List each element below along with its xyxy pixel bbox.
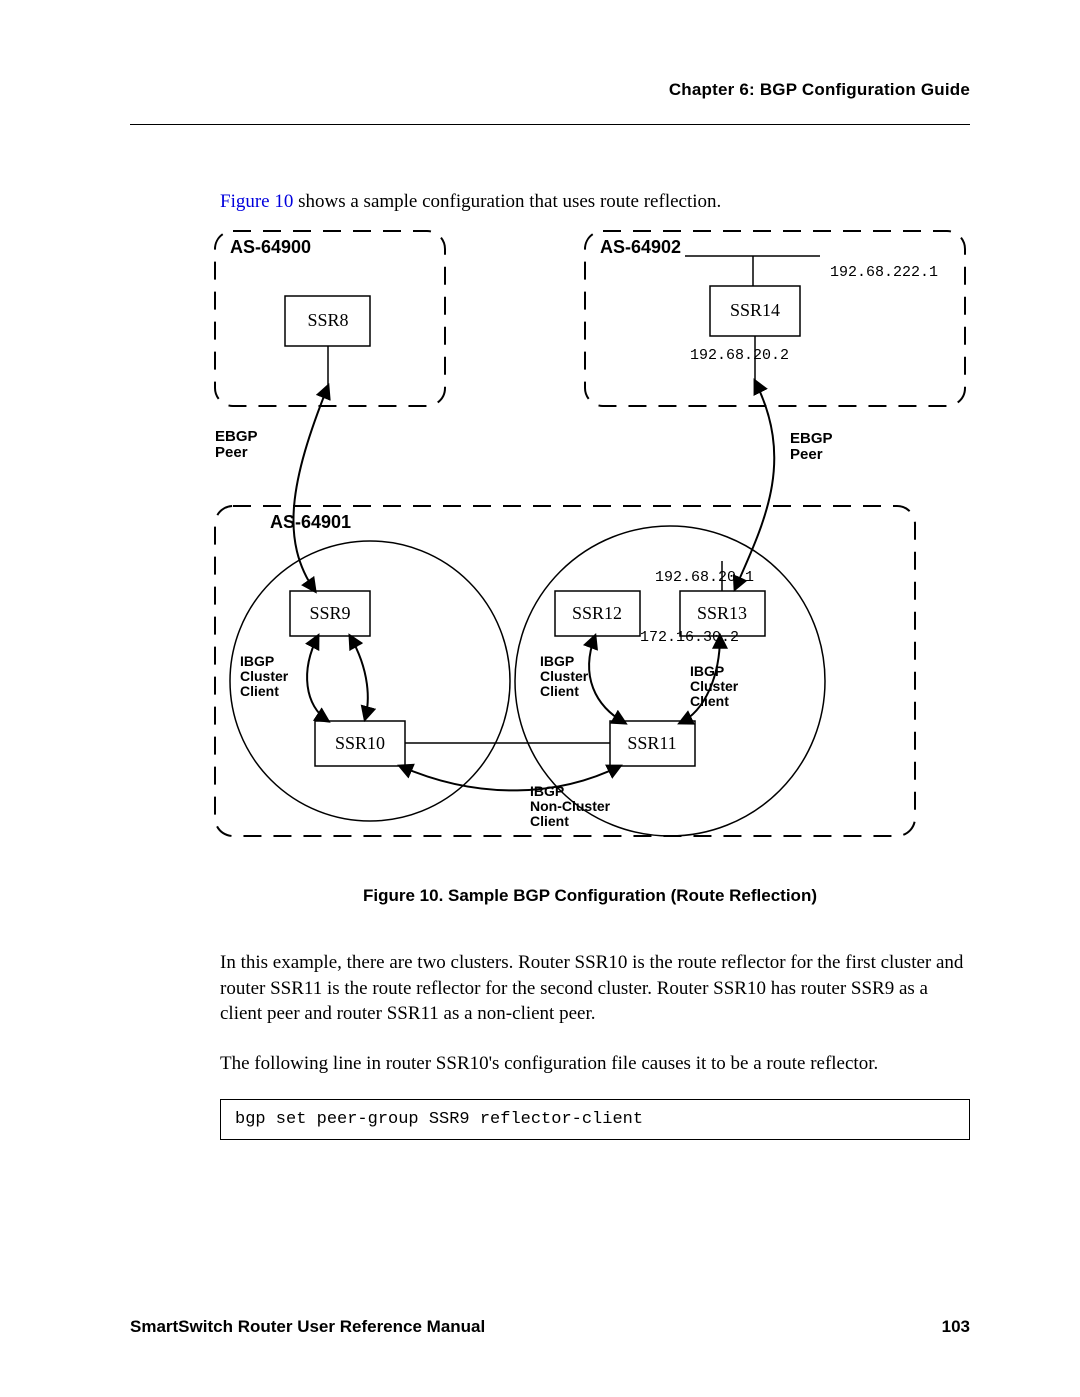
paragraph-1: In this example, there are two clusters.… bbox=[220, 950, 970, 1027]
diagram: AS-64900 SSR8 AS-64902 192.68.222.1 SSR1… bbox=[200, 221, 970, 866]
ssr13-label: SSR13 bbox=[697, 603, 747, 623]
footer-left: SmartSwitch Router User Reference Manual bbox=[130, 1317, 485, 1337]
as-left-label: AS-64900 bbox=[230, 237, 311, 257]
code-block: bgp set peer-group SSR9 reflector-client bbox=[220, 1099, 970, 1140]
figure-caption: Figure 10. Sample BGP Configuration (Rou… bbox=[210, 886, 970, 906]
ssr9-label: SSR9 bbox=[309, 603, 350, 623]
ip4-label: 172.16.30.2 bbox=[640, 629, 739, 646]
paragraph-2: The following line in router SSR10's con… bbox=[220, 1051, 970, 1077]
footer-page-number: 103 bbox=[942, 1317, 970, 1337]
ssr10-label: SSR10 bbox=[335, 733, 385, 753]
as-right-label: AS-64902 bbox=[600, 237, 681, 257]
figure-link: Figure 10 bbox=[220, 191, 293, 212]
intro-paragraph: Figure 10 shows a sample configuration t… bbox=[220, 191, 970, 213]
ssr11-label: SSR11 bbox=[627, 733, 676, 753]
ebgp-left-label: EBGP Peer bbox=[215, 428, 261, 461]
ssr12-label: SSR12 bbox=[572, 603, 622, 623]
page-footer: SmartSwitch Router User Reference Manual… bbox=[130, 1317, 970, 1337]
ssr14-label: SSR14 bbox=[730, 300, 780, 320]
ip1-label: 192.68.222.1 bbox=[830, 264, 938, 281]
header-rule bbox=[130, 124, 970, 125]
chapter-header: Chapter 6: BGP Configuration Guide bbox=[130, 80, 970, 100]
ip2-label: 192.68.20.2 bbox=[690, 347, 789, 364]
intro-text: shows a sample configuration that uses r… bbox=[293, 191, 721, 212]
ibgp-cluster-left: IBGP Cluster Client bbox=[240, 653, 292, 699]
as-bottom-label: AS-64901 bbox=[270, 512, 351, 532]
ibgp-cluster-mid: IBGP Cluster Client bbox=[540, 653, 592, 699]
ebgp-right-label: EBGP Peer bbox=[790, 430, 836, 463]
ssr8-label: SSR8 bbox=[307, 310, 348, 330]
ibgp-noncluster: IBGP Non-Cluster Client bbox=[530, 783, 614, 829]
page: Chapter 6: BGP Configuration Guide Figur… bbox=[0, 0, 1080, 1397]
